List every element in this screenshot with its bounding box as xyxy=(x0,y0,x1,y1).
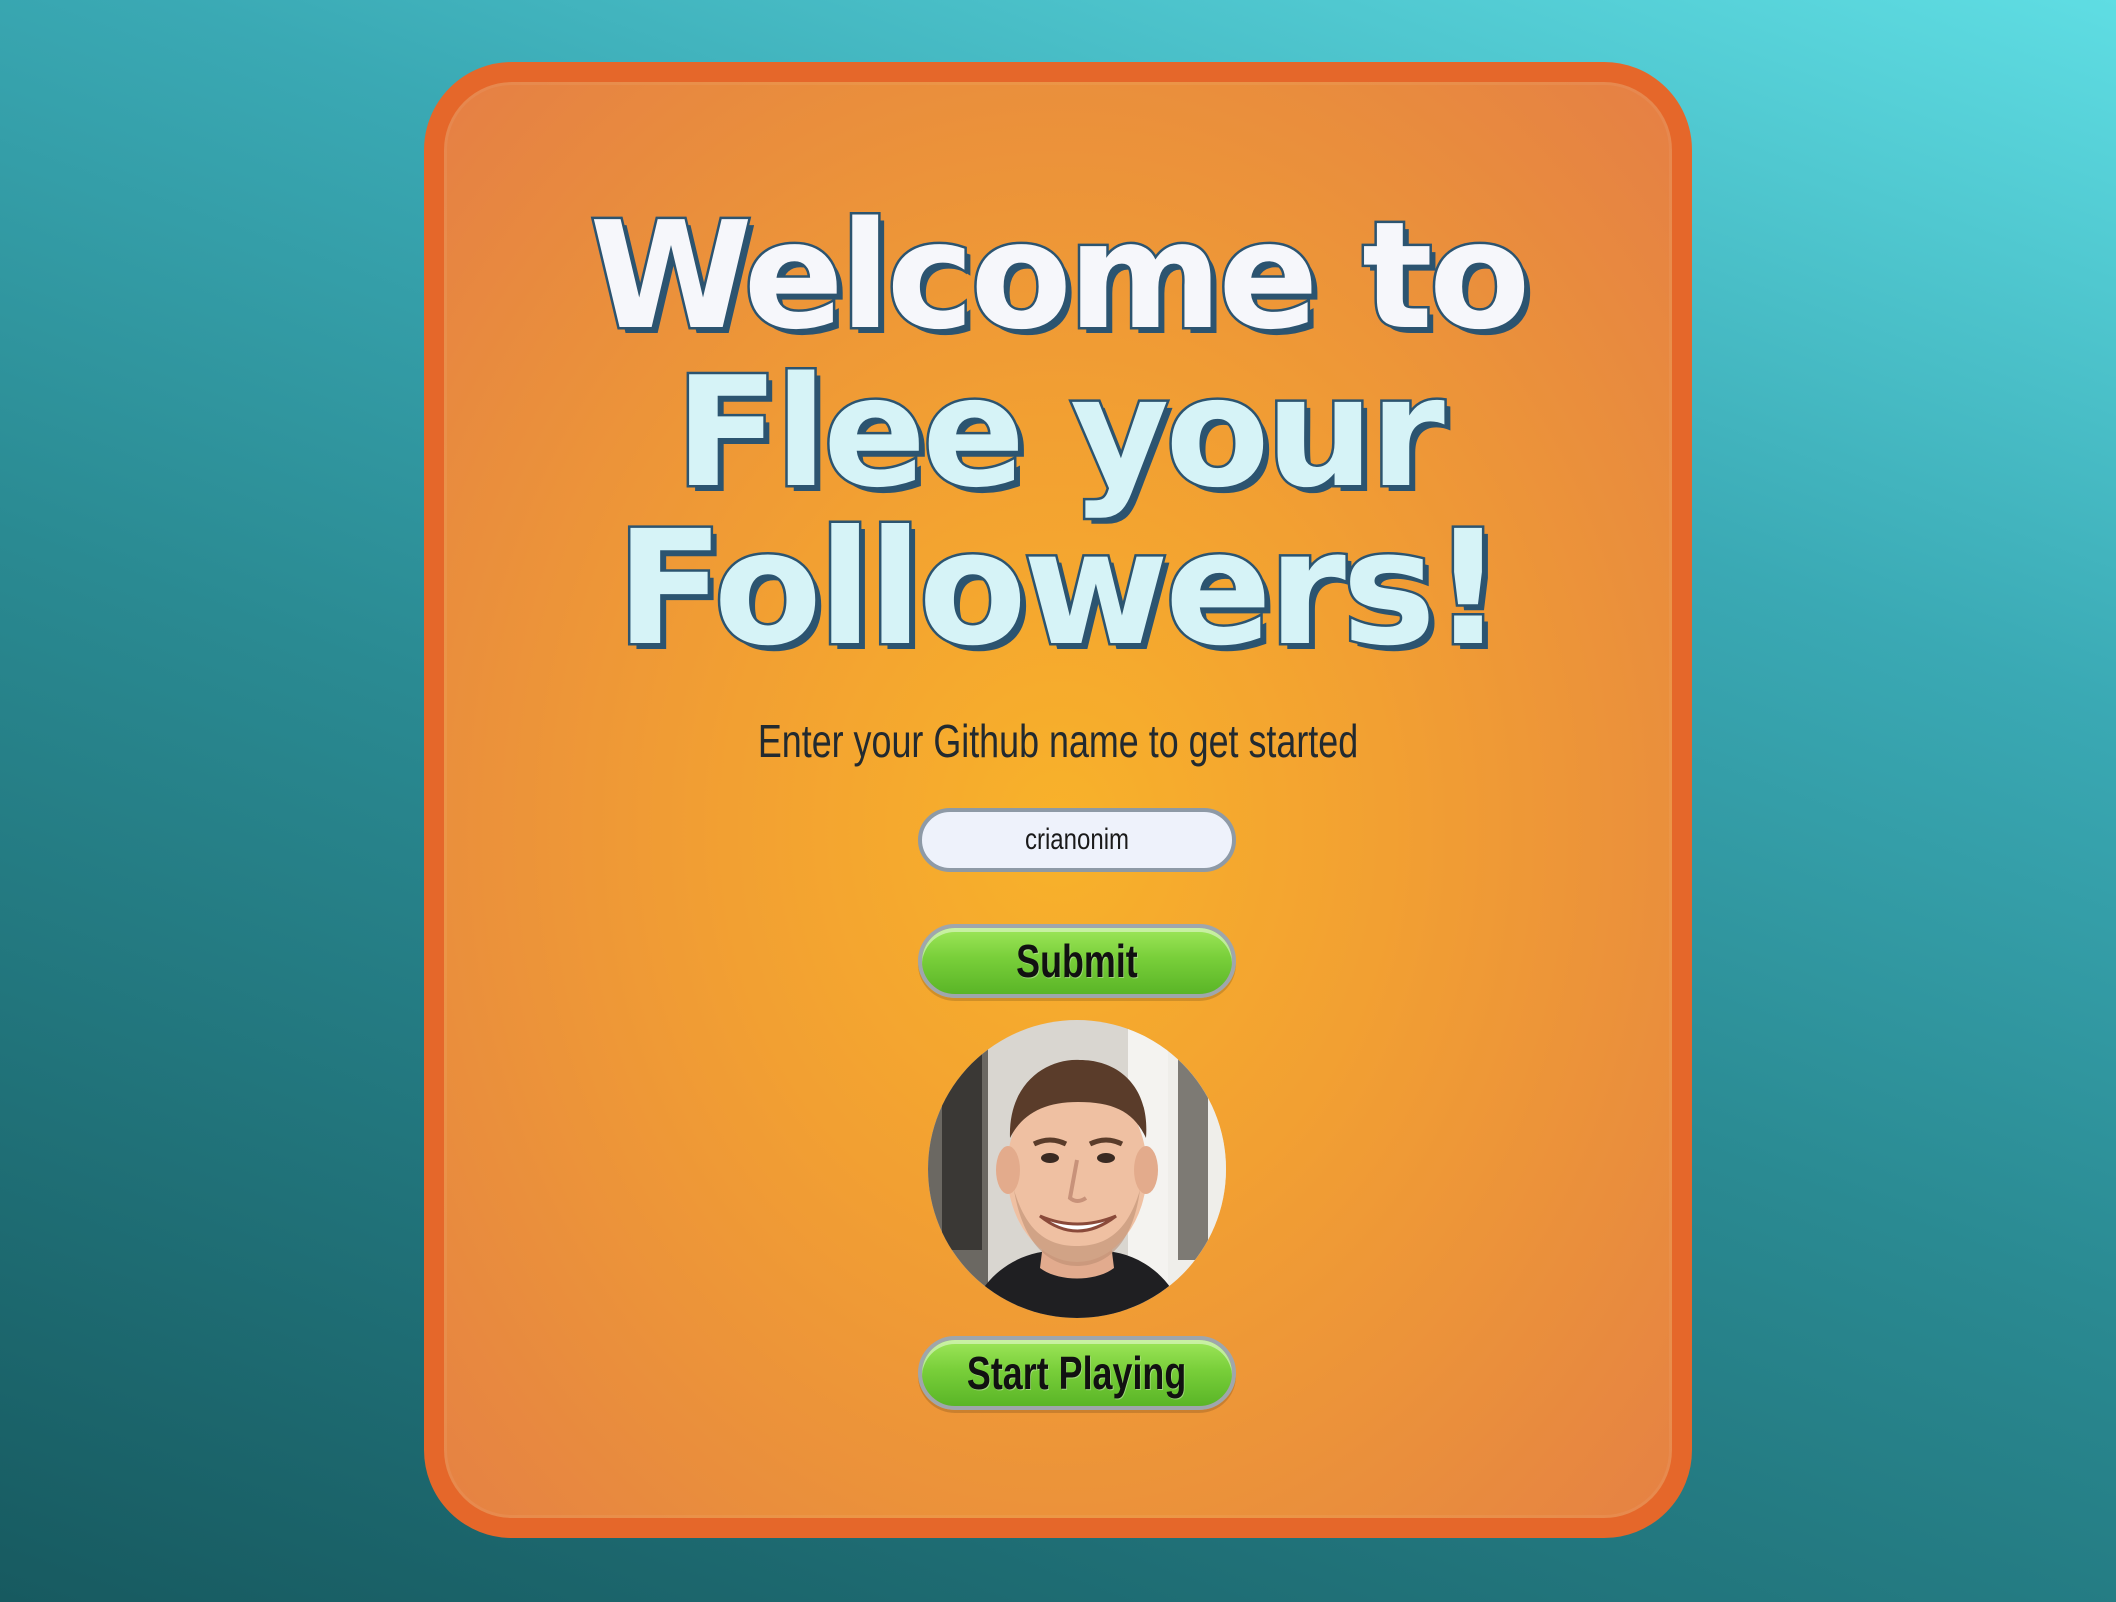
github-username-field[interactable] xyxy=(918,808,1236,872)
start-playing-button-label: Start Playing xyxy=(967,1347,1187,1399)
submit-button[interactable]: Submit xyxy=(918,924,1236,998)
title-line-1: Welcome to xyxy=(587,190,1533,362)
start-playing-button[interactable]: Start Playing xyxy=(918,1336,1236,1410)
github-username-input[interactable] xyxy=(953,812,1201,868)
submit-button-label: Submit xyxy=(1016,935,1138,987)
welcome-card: Welcome to Flee your Followers! Enter yo… xyxy=(424,62,1692,1538)
avatar-photo-icon xyxy=(928,1020,1226,1318)
github-name-prompt: Enter your Github name to get started xyxy=(757,715,1359,767)
title-line-2: Flee your xyxy=(673,344,1448,521)
avatar xyxy=(928,1020,1226,1318)
title-line-3: Followers! xyxy=(613,497,1506,681)
